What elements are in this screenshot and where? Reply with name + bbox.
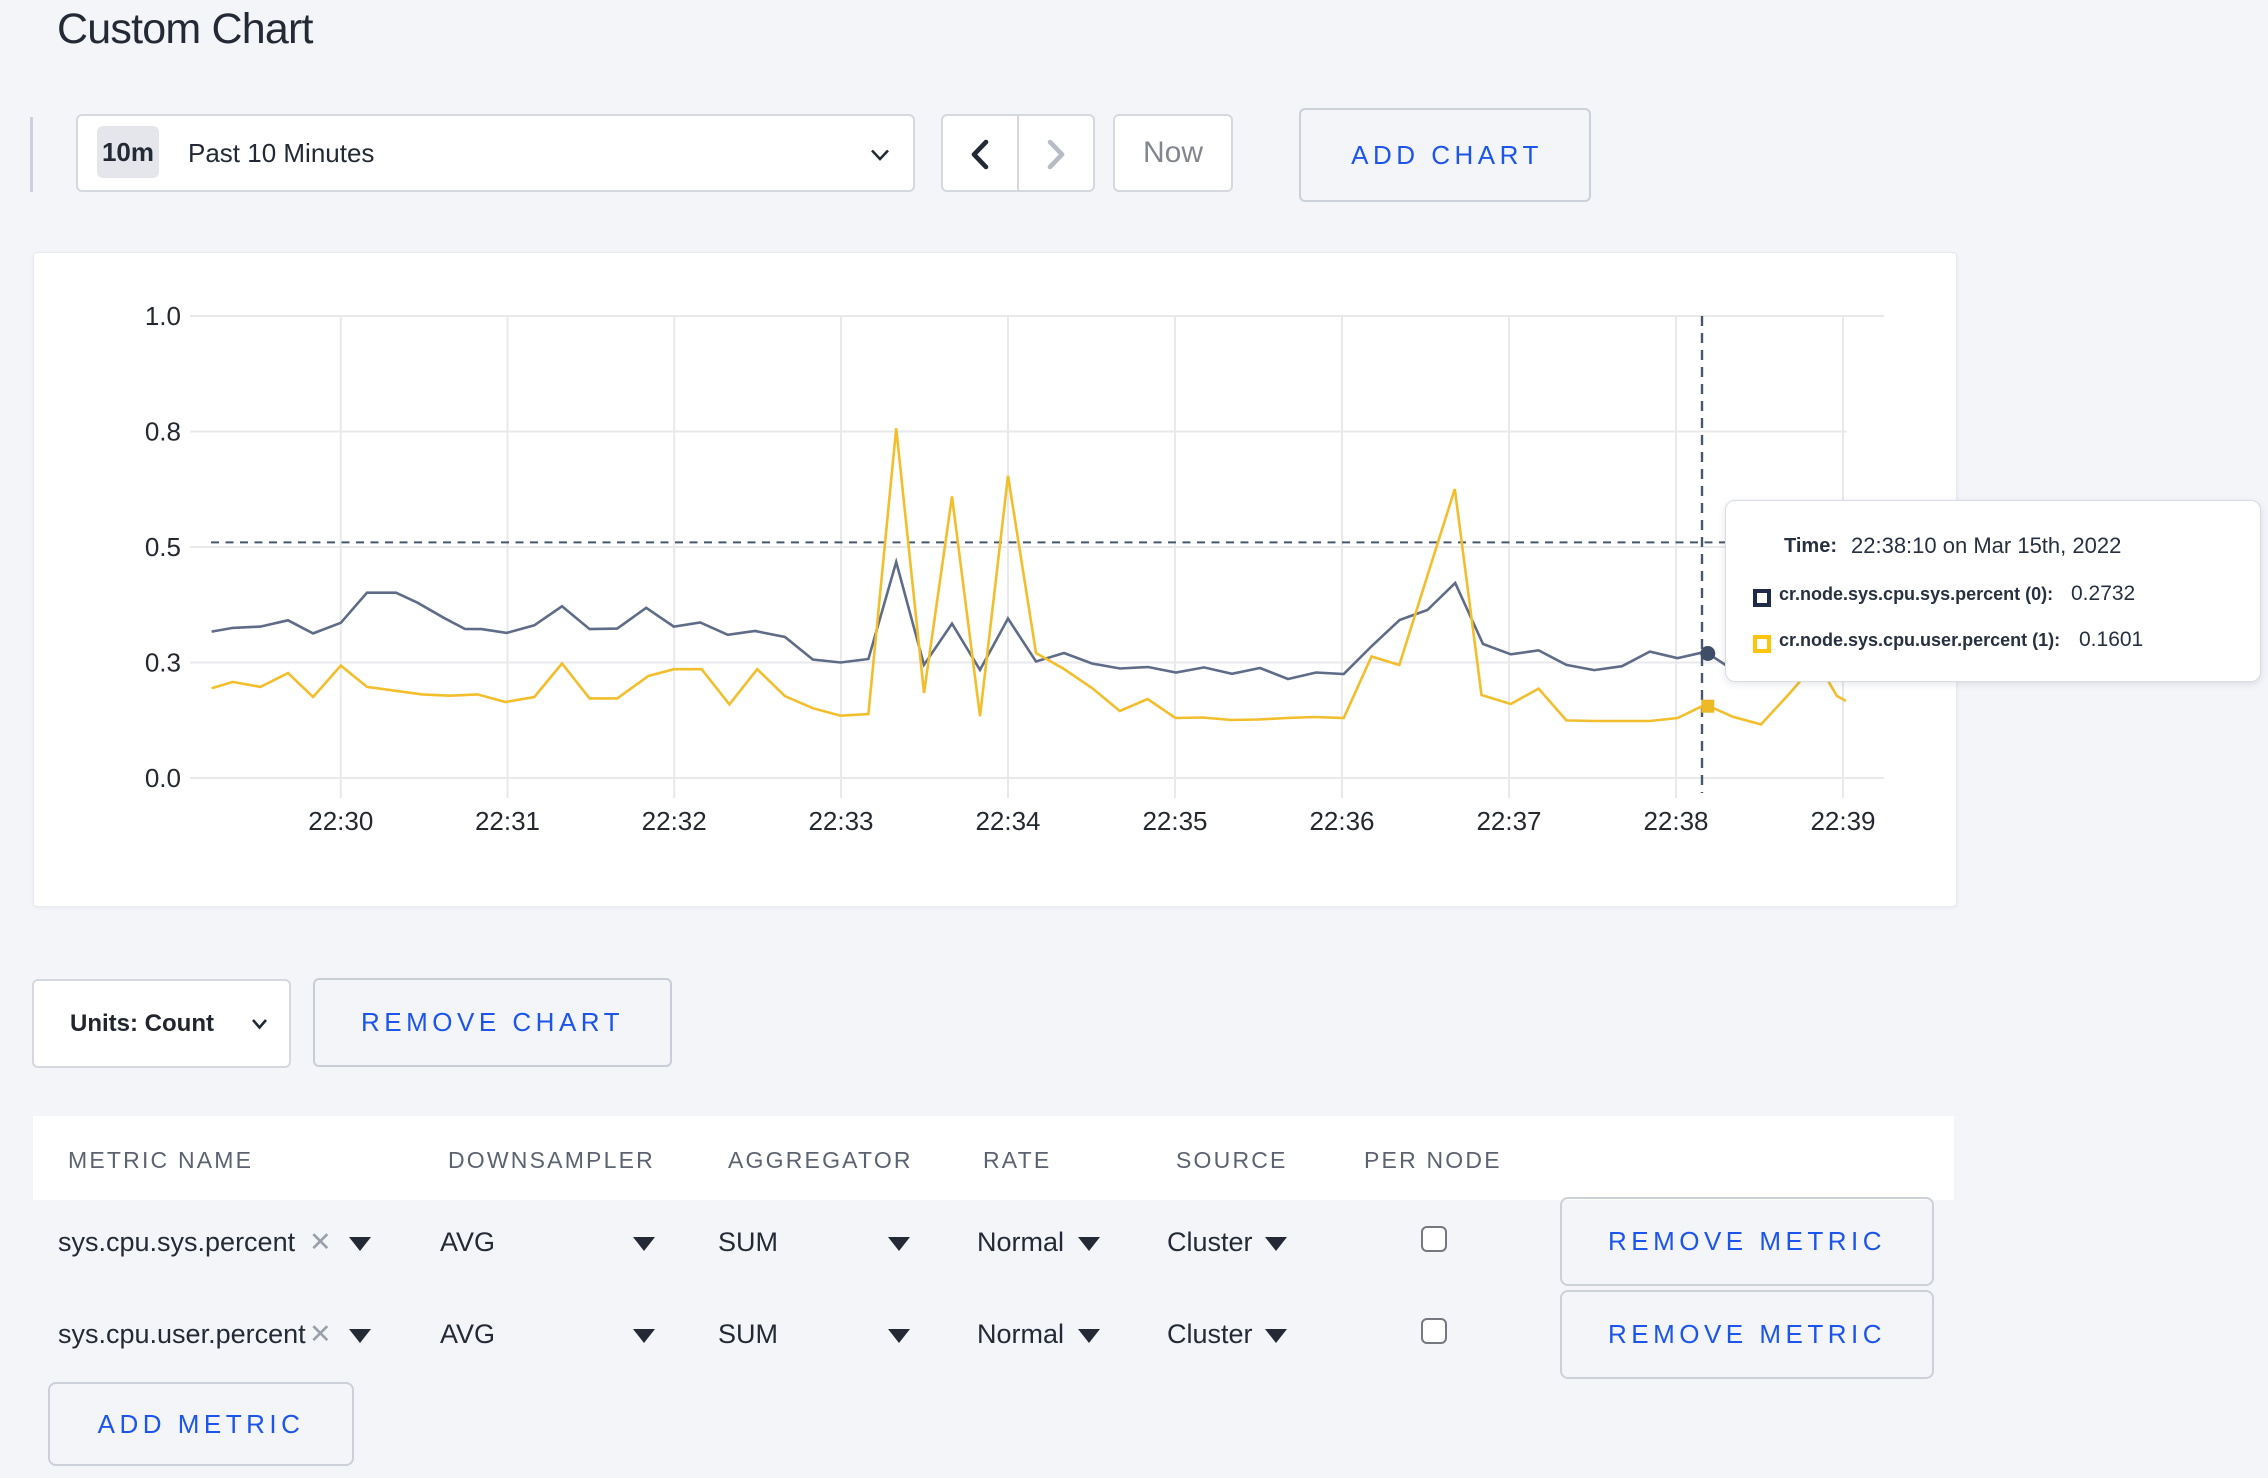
svg-text:22:34: 22:34 (975, 806, 1040, 836)
svg-text:22:37: 22:37 (1476, 806, 1541, 836)
svg-text:1.0: 1.0 (145, 301, 181, 331)
svg-text:22:31: 22:31 (475, 806, 540, 836)
svg-text:0.0: 0.0 (145, 763, 181, 793)
svg-text:0.5: 0.5 (145, 532, 181, 562)
svg-text:22:35: 22:35 (1142, 806, 1207, 836)
svg-text:22:36: 22:36 (1309, 806, 1374, 836)
svg-text:22:39: 22:39 (1810, 806, 1875, 836)
svg-text:0.3: 0.3 (145, 648, 181, 678)
svg-text:22:32: 22:32 (642, 806, 707, 836)
svg-text:0.8: 0.8 (145, 417, 181, 447)
svg-text:22:38: 22:38 (1643, 806, 1708, 836)
svg-text:22:33: 22:33 (808, 806, 873, 836)
svg-text:22:30: 22:30 (308, 806, 373, 836)
